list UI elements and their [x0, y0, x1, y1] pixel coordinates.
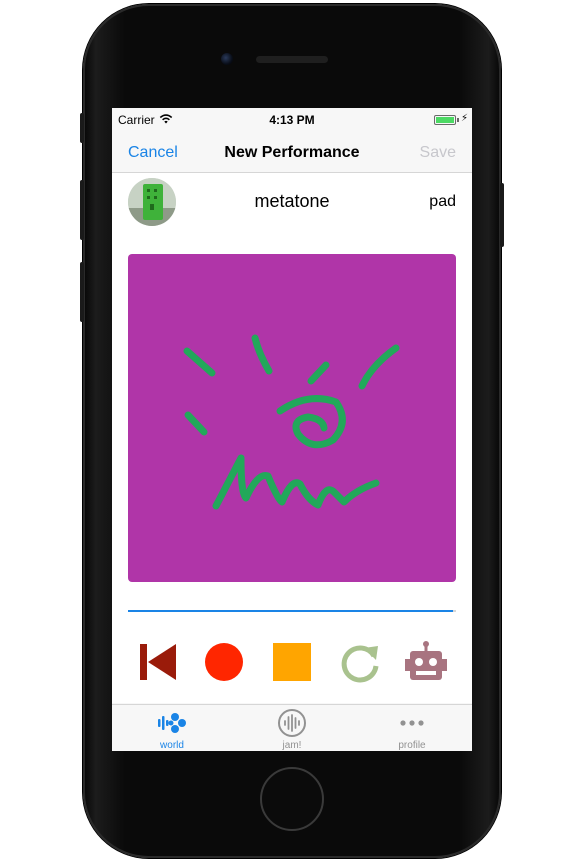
tab-label-jam: jam!: [282, 740, 302, 751]
instrument-label[interactable]: pad: [429, 193, 456, 211]
performance-drawing: [183, 334, 400, 510]
progress-track[interactable]: [128, 610, 456, 612]
tab-bar: world jam! profile: [112, 704, 472, 751]
power-button: [500, 183, 504, 247]
tab-jam[interactable]: jam!: [232, 705, 352, 751]
front-camera: [221, 53, 233, 65]
more-icon: [400, 720, 424, 726]
performance-view: metatone pad: [112, 173, 472, 703]
charging-icon: ⚡: [461, 113, 469, 124]
battery-tip: [457, 118, 459, 122]
battery-icon: [434, 115, 456, 125]
username: metatone: [254, 191, 330, 211]
loop-icon[interactable]: [338, 640, 382, 684]
playback-controls: [112, 640, 472, 690]
status-bar: Carrier 4:13 PM ⚡: [112, 108, 472, 132]
robot-jam-icon[interactable]: [404, 640, 448, 684]
stop-icon[interactable]: [270, 640, 314, 684]
jam-icon: [278, 709, 306, 737]
tab-profile[interactable]: profile: [352, 705, 472, 751]
volume-up-button: [80, 180, 84, 240]
home-button[interactable]: [260, 767, 324, 831]
tab-label-profile: profile: [398, 740, 426, 751]
tab-world[interactable]: world: [112, 705, 232, 751]
record-icon[interactable]: [202, 640, 246, 684]
world-icon: [158, 713, 186, 733]
battery-level: [436, 117, 454, 123]
app-screen: Carrier 4:13 PM ⚡ Cancel New Performance…: [112, 108, 472, 751]
earpiece-speaker: [256, 56, 328, 63]
clock: 4:13 PM: [269, 113, 315, 127]
volume-down-button: [80, 262, 84, 322]
progress-fill: [128, 610, 453, 612]
mute-switch: [80, 113, 84, 143]
drawing-canvas[interactable]: [128, 254, 456, 582]
jump-to-start-icon[interactable]: [136, 640, 180, 684]
page-title: New Performance: [224, 144, 360, 161]
save-button[interactable]: Save: [420, 144, 456, 162]
navigation-bar: Cancel New Performance Save: [112, 132, 472, 173]
tab-label-world: world: [160, 740, 184, 751]
